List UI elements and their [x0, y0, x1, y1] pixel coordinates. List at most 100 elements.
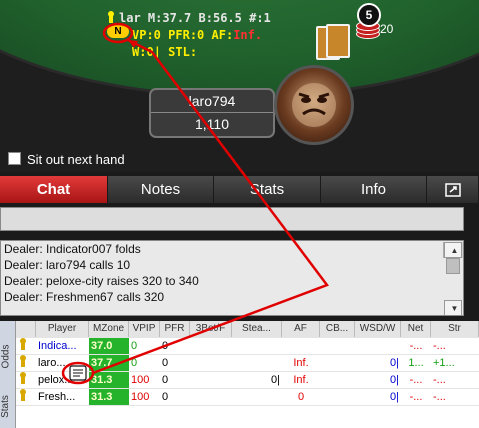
hud-bb: B:56.5	[198, 11, 242, 25]
cell-3bet	[190, 389, 232, 405]
sit-out-checkbox[interactable]: Sit out next hand	[8, 152, 125, 167]
chat-scrollbar[interactable]: ▲ ▼	[443, 242, 463, 315]
tab-info[interactable]: Info	[321, 176, 427, 203]
col-3bet[interactable]: 3Bet/F	[190, 321, 232, 337]
cell-mzone: 31.3	[89, 372, 129, 388]
cell-pfr: 0	[162, 340, 169, 352]
cell-mzone: 37.7	[89, 355, 129, 371]
cell-steal: 0|	[271, 374, 280, 386]
scroll-up-icon[interactable]: ▲	[444, 242, 462, 258]
seat-stack: 1,110	[195, 116, 229, 132]
chat-line: Dealer: Freshmen67 calls 320	[4, 290, 165, 304]
cell-str: -...	[433, 374, 446, 386]
cell-net: -...	[409, 374, 423, 386]
cell-net: -...	[409, 340, 423, 352]
hud-af-value: Inf.	[233, 28, 263, 42]
popout-icon	[444, 182, 461, 197]
col-wsd[interactable]: WSD/W	[355, 321, 401, 337]
cell-wsd: 0|	[390, 357, 399, 369]
col-mzone[interactable]: MZone	[89, 321, 129, 337]
cell-vpip: 100	[131, 374, 150, 386]
col-pfr[interactable]: PFR	[160, 321, 190, 337]
tab-notes[interactable]: Notes	[108, 176, 214, 203]
cell-af	[282, 338, 320, 354]
hud-rank: #:1	[249, 11, 271, 25]
player-icon	[16, 355, 36, 371]
chat-line: Dealer: Indicator007 folds	[4, 242, 141, 256]
popout-button[interactable]	[427, 176, 479, 203]
avatar[interactable]	[274, 65, 354, 145]
checkbox-icon[interactable]	[8, 152, 21, 165]
col-af[interactable]: AF	[282, 321, 320, 337]
scroll-thumb[interactable]	[446, 258, 460, 274]
cell-mzone: 37.0	[89, 338, 129, 354]
seat-nameplate[interactable]: laro794 1,110	[149, 88, 275, 138]
cell-str: -...	[433, 391, 446, 403]
cell-pfr: 0	[162, 391, 169, 403]
chip-top: 5	[357, 3, 381, 27]
cell-af: 0	[297, 391, 305, 403]
table-header: Player MZone VPIP PFR 3Bet/F Stea... AF …	[16, 321, 479, 338]
tab-stats[interactable]: Stats	[214, 176, 321, 203]
col-net[interactable]: Net	[401, 321, 431, 337]
hud-mzone: M:37.7	[147, 11, 192, 25]
player-hud[interactable]: lar M:37.7 B:56.5 #:1 VP:0 PFR:0 AF:Inf.…	[106, 11, 271, 62]
hud-player-name: lar	[119, 11, 141, 25]
col-str[interactable]: Str	[431, 321, 479, 337]
table-row[interactable]: Fresh... 31.3 100 0 0 0| -... -...	[16, 389, 479, 406]
col-steal[interactable]: Stea...	[232, 321, 282, 337]
note-badge[interactable]: N	[107, 25, 129, 38]
table-row[interactable]: laro... 37.7 0 0 Inf. 0| 1... +1...	[16, 355, 479, 372]
chat-input[interactable]	[0, 207, 464, 231]
cell-net: 1...	[408, 357, 424, 369]
cell-cb	[320, 338, 355, 354]
player-icon	[16, 372, 36, 388]
cell-steal	[232, 389, 282, 405]
cell-af: Inf.	[293, 374, 309, 386]
player-icon	[16, 338, 36, 354]
table-row[interactable]: Indica... 37.0 0 0 -... -...	[16, 338, 479, 355]
cell-3bet	[190, 355, 232, 371]
col-vpip[interactable]: VPIP	[129, 321, 160, 337]
cell-wsd: 0|	[390, 391, 399, 403]
cell-str: -...	[433, 340, 446, 352]
player-icon	[106, 11, 116, 23]
cell-mzone: 31.3	[89, 389, 129, 405]
hud-af-label: AF:	[211, 28, 234, 42]
seat-player-name: laro794	[151, 90, 273, 113]
cell-steal	[232, 355, 282, 371]
cell-player: laro...	[38, 357, 66, 369]
hud-w: W:0	[132, 45, 154, 59]
cell-wsd: 0|	[390, 374, 399, 386]
chip-count: 20	[380, 22, 394, 36]
cell-af: Inf.	[293, 357, 309, 369]
side-tab-odds[interactable]: Odds	[0, 345, 11, 369]
scroll-down-icon[interactable]: ▼	[444, 300, 462, 315]
cell-player: Fresh...	[38, 391, 76, 403]
player-icon	[16, 389, 36, 405]
cell-net: -...	[409, 391, 423, 403]
cell-player: Indica...	[38, 340, 77, 352]
side-tabs: Odds Stats	[0, 321, 16, 428]
card-back-2	[326, 24, 350, 58]
col-player[interactable]: Player	[36, 321, 89, 337]
table-row[interactable]: pelox... 31.3 100 0 0| Inf. 0| -... -...	[16, 372, 479, 389]
cell-cb	[320, 355, 355, 371]
cell-pfr: 0	[162, 374, 169, 386]
cell-steal	[232, 338, 282, 354]
cell-str: +1...	[433, 357, 455, 369]
cell-3bet	[190, 338, 232, 354]
col-cb[interactable]: CB...	[320, 321, 355, 337]
cell-cb	[320, 372, 355, 388]
hud-vpip: VP:0	[132, 28, 161, 42]
chat-line: Dealer: peloxe-city raises 320 to 340	[4, 274, 199, 288]
cell-vpip: 0	[131, 340, 138, 352]
tab-bar: Chat Notes Stats Info	[0, 176, 479, 203]
face-icon	[292, 83, 336, 127]
sit-out-label: Sit out next hand	[27, 152, 125, 167]
poker-table: lar M:37.7 B:56.5 #:1 VP:0 PFR:0 AF:Inf.…	[0, 0, 479, 172]
tab-chat[interactable]: Chat	[0, 176, 108, 203]
cell-pfr: 0	[162, 357, 169, 369]
cell-player: pelox...	[38, 374, 74, 386]
side-tab-stats[interactable]: Stats	[0, 395, 11, 418]
